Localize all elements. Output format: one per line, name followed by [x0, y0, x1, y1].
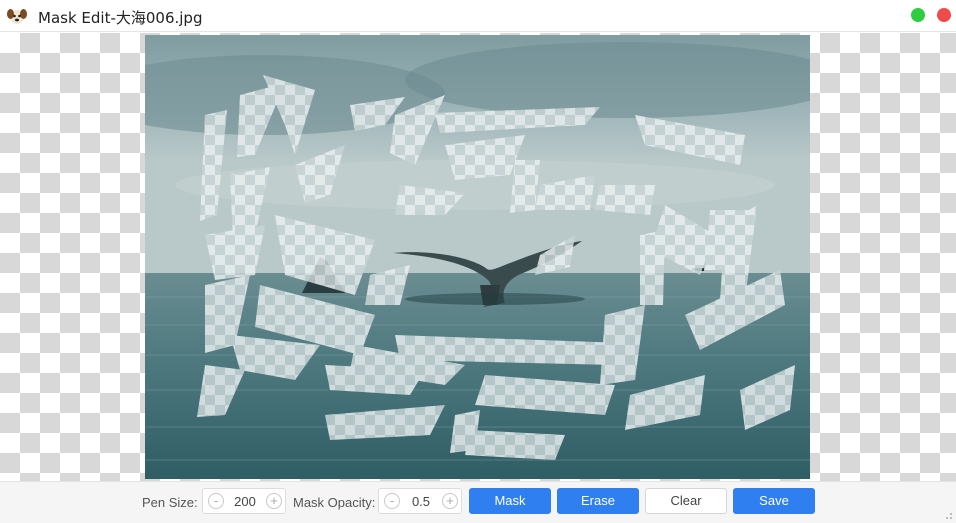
pen-size-stepper[interactable]: - 200 +	[202, 488, 286, 514]
pen-size-value[interactable]: 200	[227, 494, 263, 509]
pen-size-decrement-button[interactable]: -	[208, 493, 224, 509]
mask-opacity-decrement-button[interactable]: -	[384, 493, 400, 509]
mask-opacity-stepper[interactable]: - 0.5 +	[378, 488, 462, 514]
mask-opacity-increment-button[interactable]: +	[442, 493, 458, 509]
bottom-toolbar: Pen Size: - 200 + Mask Opacity: - 0.5 + …	[0, 481, 956, 523]
pen-size-label: Pen Size:	[142, 495, 198, 510]
mask-canvas[interactable]	[0, 33, 956, 481]
window-title: Mask Edit-大海006.jpg	[38, 9, 203, 27]
resize-grip-icon[interactable]	[943, 510, 953, 520]
erase-button[interactable]: Erase	[557, 488, 639, 514]
dog-face-icon	[7, 9, 27, 24]
save-button[interactable]: Save	[733, 488, 815, 514]
mask-button[interactable]: Mask	[469, 488, 551, 514]
title-bar: Mask Edit-大海006.jpg	[0, 0, 956, 32]
image-preview[interactable]	[145, 35, 810, 479]
clear-button[interactable]: Clear	[645, 488, 727, 514]
mask-opacity-value[interactable]: 0.5	[403, 494, 439, 509]
close-button[interactable]	[937, 8, 951, 22]
mask-opacity-label: Mask Opacity:	[293, 495, 376, 510]
maximize-button[interactable]	[911, 8, 925, 22]
pen-size-increment-button[interactable]: +	[266, 493, 282, 509]
